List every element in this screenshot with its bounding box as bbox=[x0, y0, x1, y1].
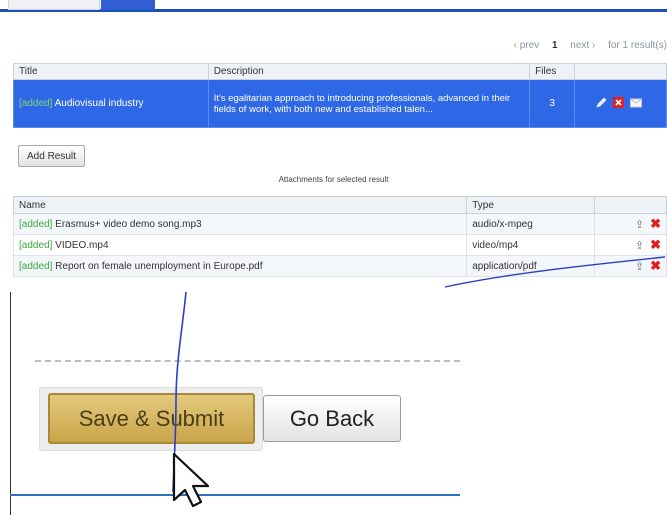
form-actions-panel: Save & Submit Go Back bbox=[0, 292, 667, 515]
table-row[interactable]: [added] VIDEO.mp4 video/mp4 ⇪ ✖ bbox=[12, 234, 667, 256]
attachment-name-cell[interactable]: [added] Erasmus+ video demo song.mp3 bbox=[12, 213, 468, 235]
attachment-type: application/pdf bbox=[466, 255, 596, 277]
left-border bbox=[10, 292, 11, 515]
upload-icon[interactable]: ⇪ bbox=[635, 239, 644, 252]
envelope-icon[interactable] bbox=[629, 98, 642, 111]
result-title-cell[interactable]: [added] Audiovisual industry bbox=[13, 79, 209, 128]
add-result-button[interactable]: Add Result bbox=[18, 145, 85, 167]
delete-icon[interactable]: ✖ bbox=[650, 237, 661, 253]
tab-bar bbox=[0, 0, 667, 12]
results-panel: ‹ prev 1 next › for 1 result(s) Title De… bbox=[0, 0, 667, 290]
results-table: Title Description Files [added] Audiovis… bbox=[13, 63, 667, 128]
added-tag: [added] bbox=[19, 98, 53, 109]
table-row[interactable]: [added] Report on female unemployment in… bbox=[12, 255, 667, 277]
attachment-type: audio/x-mpeg bbox=[466, 213, 596, 235]
attachment-name: Report on female unemployment in Europe.… bbox=[55, 260, 263, 272]
col-header-actions bbox=[574, 63, 667, 80]
attachments-table: Name Type [added] Erasmus+ video demo so… bbox=[12, 196, 667, 277]
pager-summary: for 1 result(s) bbox=[608, 40, 667, 51]
delete-icon[interactable] bbox=[613, 96, 625, 111]
pencil-icon[interactable] bbox=[596, 97, 607, 111]
pager-current-page: 1 bbox=[551, 40, 558, 51]
col-header-type: Type bbox=[466, 196, 596, 214]
result-actions bbox=[574, 79, 667, 128]
attachment-name: VIDEO.mp4 bbox=[55, 239, 109, 251]
attachment-name-cell[interactable]: [added] Report on female unemployment in… bbox=[12, 255, 468, 277]
delete-icon[interactable]: ✖ bbox=[650, 216, 661, 232]
added-tag: [added] bbox=[19, 260, 53, 272]
attachment-actions: ⇪ ✖ bbox=[594, 234, 667, 256]
result-files-count: 3 bbox=[529, 79, 576, 128]
attachments-header-row: Name Type bbox=[12, 196, 667, 214]
pagination: ‹ prev 1 next › for 1 result(s) bbox=[504, 40, 667, 51]
tab-active[interactable] bbox=[101, 0, 155, 10]
col-header-title: Title bbox=[13, 63, 209, 80]
delete-icon[interactable]: ✖ bbox=[650, 258, 661, 274]
results-header-row: Title Description Files bbox=[13, 63, 667, 80]
pager-prev-link[interactable]: ‹ prev bbox=[514, 40, 540, 51]
attachment-name: Erasmus+ video demo song.mp3 bbox=[55, 218, 202, 230]
table-row[interactable]: [added] Erasmus+ video demo song.mp3 aud… bbox=[12, 213, 667, 235]
go-back-button[interactable]: Go Back bbox=[263, 395, 401, 442]
attachment-actions: ⇪ ✖ bbox=[594, 255, 667, 277]
attachments-caption: Attachments for selected result bbox=[278, 175, 389, 184]
save-submit-button[interactable]: Save & Submit bbox=[48, 393, 255, 444]
attachment-actions: ⇪ ✖ bbox=[594, 213, 667, 235]
result-title: Audiovisual industry bbox=[54, 98, 144, 109]
mouse-cursor-icon bbox=[172, 452, 210, 508]
added-tag: [added] bbox=[19, 239, 53, 251]
result-description: It's egalitarian approach to introducing… bbox=[207, 79, 531, 128]
col-header-files: Files bbox=[529, 63, 576, 80]
tab-inactive[interactable] bbox=[8, 0, 100, 10]
col-header-name: Name bbox=[12, 196, 468, 214]
upload-icon[interactable]: ⇪ bbox=[635, 260, 644, 273]
bottom-divider bbox=[10, 494, 460, 496]
added-tag: [added] bbox=[19, 218, 53, 230]
col-header-attach-actions bbox=[594, 196, 667, 214]
attachment-type: video/mp4 bbox=[466, 234, 596, 256]
upload-icon[interactable]: ⇪ bbox=[635, 218, 644, 231]
table-row-selected[interactable]: [added] Audiovisual industry It's egalit… bbox=[13, 79, 667, 128]
pager-next-link[interactable]: next › bbox=[570, 40, 595, 51]
col-header-description: Description bbox=[207, 63, 531, 80]
attachment-name-cell[interactable]: [added] VIDEO.mp4 bbox=[12, 234, 468, 256]
dashed-divider bbox=[35, 360, 460, 362]
